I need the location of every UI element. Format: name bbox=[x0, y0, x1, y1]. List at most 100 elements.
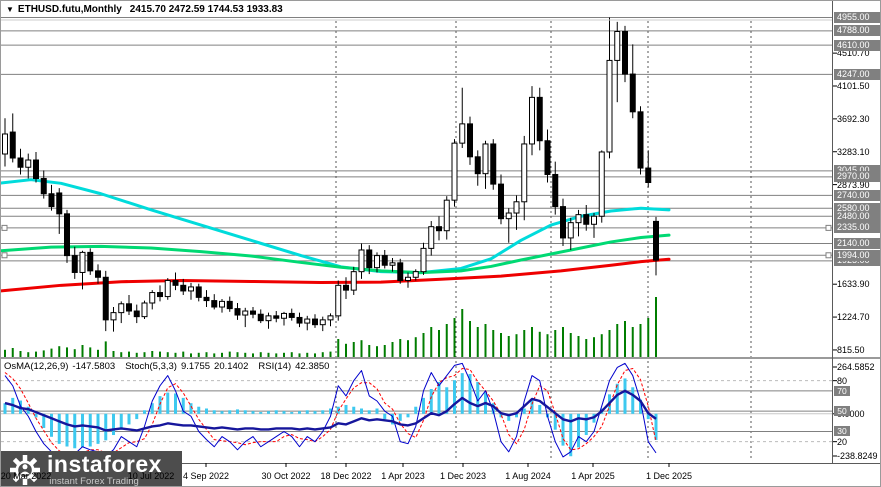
candle-body bbox=[350, 271, 357, 291]
volume-bar bbox=[97, 349, 99, 357]
instaforex-logo: instaforex Instant Forex Trading bbox=[1, 450, 182, 487]
osma-bar bbox=[360, 408, 363, 414]
volume-bar bbox=[11, 348, 14, 357]
osma-bar bbox=[127, 413, 131, 425]
volume-bar bbox=[151, 351, 154, 357]
candle-body bbox=[637, 111, 644, 169]
osma-bar bbox=[282, 411, 286, 414]
candle-body bbox=[428, 226, 435, 249]
osma-bar bbox=[352, 406, 356, 414]
rsi-value: 42.3850 bbox=[295, 361, 330, 372]
candle-body bbox=[598, 151, 605, 217]
volume-bar bbox=[360, 340, 363, 357]
chevron-down-icon[interactable]: ▼ bbox=[6, 5, 14, 14]
osma-bar bbox=[65, 413, 69, 447]
candle-body bbox=[335, 284, 342, 317]
candle-body bbox=[412, 271, 419, 278]
osma-bar bbox=[259, 412, 263, 414]
osma-bar bbox=[313, 411, 317, 414]
volume-bar bbox=[655, 297, 657, 357]
osma-bar bbox=[251, 411, 255, 414]
candle-body bbox=[629, 73, 636, 113]
osma-bar bbox=[220, 411, 224, 414]
osma-bar bbox=[143, 410, 146, 414]
volume-bar bbox=[500, 333, 502, 357]
osma-bar bbox=[623, 378, 627, 414]
candle-body bbox=[234, 308, 241, 316]
candle-body bbox=[288, 312, 295, 318]
osma-bar bbox=[236, 409, 239, 414]
instaforex-logo-name: instaforex bbox=[47, 450, 162, 477]
volume-bar bbox=[639, 324, 642, 357]
level-handle[interactable] bbox=[825, 224, 832, 231]
volume-bar bbox=[608, 330, 611, 357]
volume-bar bbox=[585, 339, 588, 357]
volume-bar bbox=[523, 330, 526, 357]
volume-bar bbox=[538, 331, 541, 357]
candle-body bbox=[505, 212, 512, 220]
volume-bar bbox=[407, 340, 409, 357]
candle-body bbox=[172, 279, 179, 286]
osma-bar bbox=[538, 404, 542, 414]
osma-bar bbox=[267, 411, 270, 414]
volume-bar bbox=[399, 339, 402, 357]
osma-bar bbox=[73, 413, 77, 449]
level-handle[interactable] bbox=[1, 224, 8, 231]
osma-bar bbox=[414, 406, 418, 414]
volume-bar bbox=[616, 324, 619, 357]
volume-bar bbox=[128, 351, 130, 357]
osma-bar bbox=[383, 413, 387, 420]
volume-bar bbox=[422, 333, 425, 357]
osma-bar bbox=[228, 410, 232, 414]
price-chart-canvas[interactable] bbox=[1, 1, 881, 487]
volume-bar bbox=[104, 341, 107, 357]
candle-body bbox=[622, 31, 628, 75]
candle-body bbox=[242, 310, 249, 316]
level-handle[interactable] bbox=[825, 252, 832, 259]
volume-bar bbox=[213, 353, 216, 357]
candle-body bbox=[583, 214, 590, 225]
volume-bar bbox=[507, 336, 510, 357]
volume-bar bbox=[306, 352, 309, 357]
candle-body bbox=[567, 222, 574, 239]
candle-body bbox=[552, 173, 559, 208]
osma-bar bbox=[422, 397, 425, 414]
candle-body bbox=[575, 214, 582, 224]
volume-bar bbox=[244, 352, 247, 357]
candle-body bbox=[265, 315, 272, 322]
ma-mid-green bbox=[1, 233, 671, 275]
candle-body bbox=[536, 96, 543, 142]
candle-body bbox=[397, 262, 404, 281]
candle-body bbox=[219, 300, 225, 308]
candle-body bbox=[110, 312, 117, 321]
volume-bar bbox=[205, 352, 208, 357]
osma-bar bbox=[615, 383, 619, 414]
chart-window: ▼ ETHUSD.futu,Monthly 2415.70 2472.59 1744… bbox=[0, 0, 881, 487]
volume-bar bbox=[631, 327, 634, 357]
candle-body bbox=[17, 157, 24, 168]
candle-body bbox=[529, 96, 535, 145]
volume-bar bbox=[143, 352, 146, 357]
candle-body bbox=[56, 192, 63, 215]
level-handle[interactable] bbox=[1, 252, 8, 259]
volume-bar bbox=[112, 351, 115, 357]
symbol-timeframe-label: ETHUSD.futu,Monthly bbox=[17, 4, 122, 15]
candle-body bbox=[157, 292, 163, 298]
candle-body bbox=[436, 226, 442, 232]
candle-body bbox=[257, 313, 264, 322]
volume-bar bbox=[283, 352, 285, 357]
candle-body bbox=[133, 310, 140, 318]
volume-bar bbox=[569, 333, 572, 357]
volume-bar bbox=[221, 352, 223, 357]
osma-bar bbox=[584, 413, 588, 436]
instaforex-logo-tagline: Instant Forex Trading bbox=[49, 475, 139, 487]
volume-bar bbox=[135, 352, 138, 357]
osma-bar bbox=[290, 412, 294, 414]
candle-body bbox=[459, 123, 466, 144]
volume-bar bbox=[337, 339, 340, 357]
volume-bar bbox=[73, 349, 76, 357]
candle-body bbox=[211, 300, 218, 308]
osma-label: OsMA(12,26,9) bbox=[4, 361, 69, 372]
volume-bar bbox=[554, 330, 557, 357]
volume-bar bbox=[4, 349, 6, 357]
